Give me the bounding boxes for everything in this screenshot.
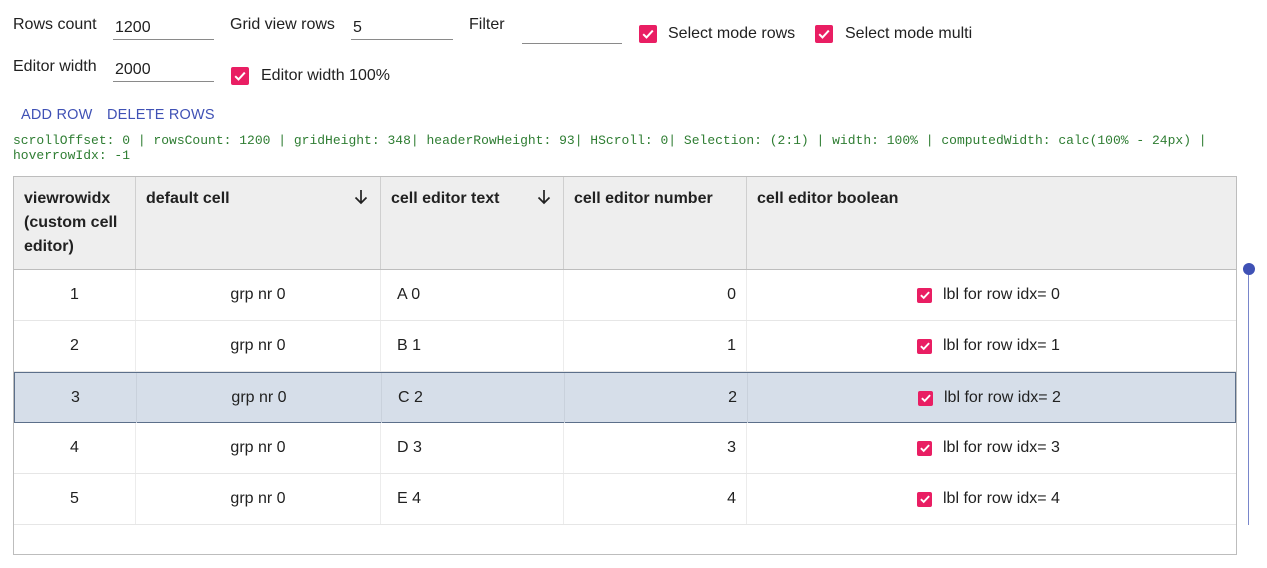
column-header-label: cell editor boolean bbox=[757, 190, 899, 207]
status-info-line2: hoverrowIdx: -1 bbox=[13, 148, 131, 163]
vertical-scrollbar-thumb[interactable] bbox=[1243, 263, 1255, 275]
cell-text[interactable]: E 4 bbox=[381, 474, 564, 524]
data-grid: viewrowidx (custom cell editor) default … bbox=[13, 176, 1237, 555]
status-info-line1: scrollOffset: 0 | rowsCount: 1200 | grid… bbox=[13, 133, 1207, 148]
column-header-cell-editor-boolean[interactable]: cell editor boolean bbox=[747, 177, 1236, 269]
checkmark-icon bbox=[919, 444, 930, 453]
cell-default[interactable]: grp nr 0 bbox=[136, 423, 381, 473]
filter-label: Filter bbox=[469, 16, 505, 33]
cell-viewrowidx[interactable]: 2 bbox=[14, 321, 136, 371]
cell-viewrowidx[interactable]: 4 bbox=[14, 423, 136, 473]
cell-default[interactable]: grp nr 0 bbox=[137, 373, 382, 423]
table-row[interactable]: 5 grp nr 0 E 4 4 lbl for row idx= 4 bbox=[14, 474, 1236, 525]
cell-viewrowidx[interactable]: 5 bbox=[14, 474, 136, 524]
row-checkbox[interactable] bbox=[917, 440, 932, 456]
column-header-label: viewrowidx (custom cell editor) bbox=[24, 190, 118, 255]
rows-count-label: Rows count bbox=[13, 16, 97, 33]
column-header-default-cell[interactable]: default cell bbox=[136, 177, 381, 269]
select-mode-rows-label: Select mode rows bbox=[668, 25, 796, 42]
cell-text[interactable]: A 0 bbox=[381, 270, 564, 320]
table-row-selected[interactable]: 3 grp nr 0 C 2 2 lbl for row idx= 2 bbox=[14, 372, 1236, 423]
editor-width-label: Editor width bbox=[13, 58, 97, 75]
select-mode-multi-checkbox[interactable] bbox=[815, 25, 833, 43]
cell-default[interactable]: grp nr 0 bbox=[136, 321, 381, 371]
cell-boolean[interactable]: lbl for row idx= 0 bbox=[747, 270, 1236, 320]
cell-default[interactable]: grp nr 0 bbox=[136, 474, 381, 524]
checkmark-icon bbox=[642, 29, 654, 39]
row-checkbox[interactable] bbox=[917, 338, 932, 354]
cell-boolean[interactable]: lbl for row idx= 1 bbox=[747, 321, 1236, 371]
rows-count-input[interactable]: 1200 bbox=[113, 17, 214, 40]
cell-number[interactable]: 4 bbox=[564, 474, 747, 524]
checkmark-icon bbox=[919, 495, 930, 504]
row-checkbox[interactable] bbox=[917, 491, 932, 507]
cell-boolean[interactable]: lbl for row idx= 4 bbox=[747, 474, 1236, 524]
row-checkbox-label: lbl for row idx= 1 bbox=[943, 337, 1060, 354]
cell-number[interactable]: 3 bbox=[564, 423, 747, 473]
filter-input[interactable] bbox=[522, 21, 622, 44]
arrow-down-icon[interactable] bbox=[537, 189, 551, 205]
grid-view-rows-input[interactable]: 5 bbox=[351, 17, 453, 40]
select-mode-rows-checkbox[interactable] bbox=[639, 25, 657, 43]
column-header-viewrowidx[interactable]: viewrowidx (custom cell editor) bbox=[14, 177, 136, 269]
table-row[interactable]: 4 grp nr 0 D 3 3 lbl for row idx= 3 bbox=[14, 423, 1236, 474]
editor-width-100-label: Editor width 100% bbox=[261, 67, 390, 84]
table-row[interactable]: 2 grp nr 0 B 1 1 lbl for row idx= 1 bbox=[14, 321, 1236, 372]
cell-number[interactable]: 2 bbox=[565, 373, 748, 423]
arrow-down-icon[interactable] bbox=[354, 189, 368, 205]
cell-default[interactable]: grp nr 0 bbox=[136, 270, 381, 320]
add-row-button[interactable]: ADD ROW bbox=[21, 107, 92, 123]
delete-rows-button[interactable]: DELETE ROWS bbox=[107, 107, 215, 123]
row-checkbox-label: lbl for row idx= 4 bbox=[943, 490, 1060, 507]
cell-boolean[interactable]: lbl for row idx= 3 bbox=[747, 423, 1236, 473]
checkmark-icon bbox=[234, 71, 246, 81]
column-header-label: default cell bbox=[146, 190, 230, 207]
vertical-scrollbar-track[interactable] bbox=[1248, 269, 1249, 525]
cell-viewrowidx[interactable]: 1 bbox=[14, 270, 136, 320]
row-checkbox-label: lbl for row idx= 3 bbox=[943, 439, 1060, 456]
row-checkbox-label: lbl for row idx= 2 bbox=[944, 389, 1061, 406]
cell-number[interactable]: 1 bbox=[564, 321, 747, 371]
cell-number[interactable]: 0 bbox=[564, 270, 747, 320]
column-header-cell-editor-text[interactable]: cell editor text bbox=[381, 177, 564, 269]
cell-text[interactable]: D 3 bbox=[381, 423, 564, 473]
table-row[interactable]: 1 grp nr 0 A 0 0 lbl for row idx= 0 bbox=[14, 270, 1236, 321]
cell-text[interactable]: B 1 bbox=[381, 321, 564, 371]
checkmark-icon bbox=[920, 394, 931, 403]
checkmark-icon bbox=[919, 291, 930, 300]
grid-view-rows-label: Grid view rows bbox=[230, 16, 335, 33]
row-checkbox[interactable] bbox=[917, 287, 932, 303]
checkmark-icon bbox=[919, 342, 930, 351]
row-checkbox[interactable] bbox=[918, 390, 933, 406]
select-mode-multi-label: Select mode multi bbox=[845, 25, 973, 42]
cell-viewrowidx[interactable]: 3 bbox=[15, 373, 137, 423]
cell-boolean[interactable]: lbl for row idx= 2 bbox=[748, 373, 1236, 423]
cell-text[interactable]: C 2 bbox=[382, 373, 565, 423]
checkmark-icon bbox=[818, 29, 830, 39]
editor-width-100-checkbox[interactable] bbox=[231, 67, 249, 85]
row-checkbox-label: lbl for row idx= 0 bbox=[943, 286, 1060, 303]
column-header-cell-editor-number[interactable]: cell editor number bbox=[564, 177, 747, 269]
column-header-label: cell editor text bbox=[391, 190, 500, 207]
column-header-label: cell editor number bbox=[574, 190, 713, 207]
editor-width-input[interactable]: 2000 bbox=[113, 59, 214, 82]
grid-header: viewrowidx (custom cell editor) default … bbox=[14, 177, 1236, 270]
